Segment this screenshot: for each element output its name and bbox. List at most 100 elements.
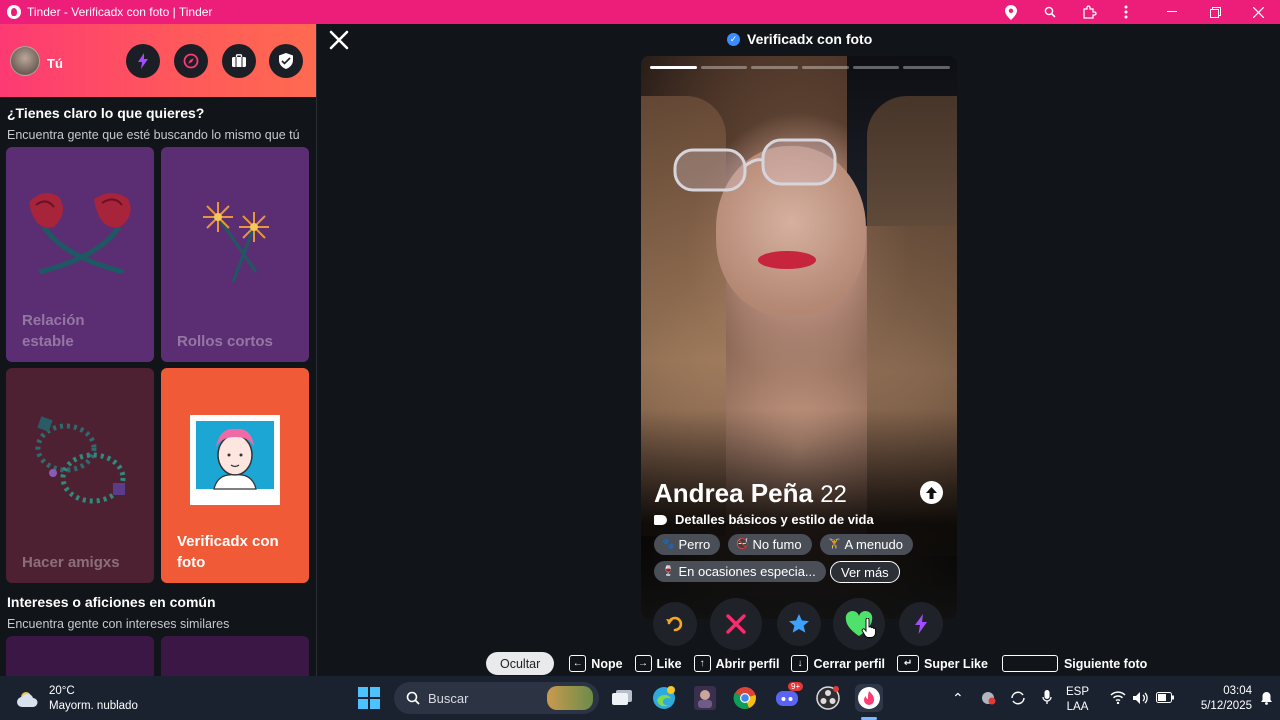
cursor-hand-icon [861, 618, 876, 638]
discord-icon [776, 691, 798, 706]
boost-action-button[interactable] [899, 602, 943, 646]
briefcase-icon [232, 54, 246, 67]
antivirus-icon[interactable] [980, 691, 996, 705]
nope-button[interactable] [710, 598, 762, 650]
dumbbell-icon: 🏋 [828, 539, 841, 550]
title-bar: Tinder - Verificadx con foto | Tinder [0, 0, 1280, 24]
hide-shortcuts-button[interactable]: Ocultar [486, 652, 555, 675]
photo-progress-segment[interactable] [650, 66, 697, 69]
bracelets-icon [35, 416, 126, 504]
photos-app-button[interactable] [691, 684, 719, 712]
minimize-icon[interactable] [1154, 0, 1190, 24]
roses-icon [29, 193, 131, 275]
shortcut-open-profile: ↑ Abrir perfil [693, 655, 779, 672]
cloudy-weather-icon [17, 692, 38, 707]
section-subtitle-interests: Encuentra gente con intereses similares [7, 617, 230, 631]
super-like-icon [789, 614, 809, 633]
clock[interactable]: 03:04 5/12/2025 [1182, 684, 1252, 714]
battery-icon[interactable] [1156, 692, 1174, 703]
photo-progress-segment[interactable] [903, 66, 951, 69]
taskbar: 20°C Mayorm. nublado Buscar 9+ ⌃ ESP LAA… [0, 676, 1280, 720]
boost-button[interactable] [126, 44, 160, 78]
card-verificadx-con-foto[interactable]: Verificadx con foto [161, 368, 309, 583]
rewind-button[interactable] [653, 602, 697, 646]
card-label: Rollos cortos [177, 333, 273, 350]
keyboard-shortcuts-bar: Ocultar ← Nope → Like ↑ Abrir perfil ↓ Cerra… [486, 652, 1159, 675]
discord-button[interactable]: 9+ [773, 682, 804, 712]
tinder-icon [858, 687, 880, 709]
space-key-icon [1001, 655, 1058, 672]
volume-icon[interactable] [1132, 691, 1148, 705]
page-title-text: Verificadx con foto [747, 31, 873, 47]
explore-button[interactable] [174, 44, 208, 78]
extensions-icon[interactable] [1071, 0, 1107, 24]
card-label: Verificadx con foto [177, 533, 279, 571]
chrome-icon [733, 687, 756, 709]
rewind-icon [666, 616, 683, 632]
page-title: ✓ Verificadx con foto [727, 31, 872, 47]
obs-icon [816, 686, 840, 710]
briefcase-button[interactable] [222, 44, 256, 78]
taskbar-search[interactable]: Buscar [394, 682, 599, 714]
profile-card[interactable]: Andrea Peña 22 Detalles básicos y estilo… [641, 56, 957, 619]
card-interest[interactable] [161, 636, 309, 676]
zoom-icon[interactable] [1032, 0, 1068, 24]
photo-progress-segment[interactable] [852, 66, 900, 69]
arrow-left-key-icon: ← [569, 655, 587, 672]
close-icon[interactable] [1240, 0, 1276, 24]
search-placeholder: Buscar [428, 690, 469, 706]
photo-progress-segment[interactable] [700, 66, 748, 69]
edge-dev-button[interactable] [650, 684, 678, 712]
start-button[interactable] [355, 684, 383, 712]
notifications-icon[interactable] [1260, 691, 1273, 705]
photo-progress-segment[interactable] [802, 66, 849, 69]
task-view-button[interactable] [608, 684, 636, 712]
card-hacer-amigxs[interactable]: Hacer amigxs [6, 368, 154, 583]
tinder-app-icon [7, 5, 21, 19]
chrome-button[interactable] [731, 684, 759, 712]
weather-widget[interactable]: 20°C Mayorm. nublado [16, 684, 138, 714]
boost-icon [138, 53, 148, 69]
sync-icon[interactable] [1010, 691, 1026, 705]
card-rollos-cortos[interactable]: Rollos cortos [161, 147, 309, 362]
microphone-icon[interactable] [1042, 690, 1052, 705]
boost-icon [915, 614, 927, 634]
shield-icon [279, 53, 293, 69]
arrow-up-icon [926, 486, 937, 499]
shortcut-super-like: ↵ Super Like [897, 655, 988, 672]
chevron-up-icon[interactable]: ⌃ [952, 690, 964, 707]
system-tray: ⌃ ESP LAA 03:04 5/12/2025 [940, 676, 1280, 720]
more-icon[interactable] [1108, 0, 1144, 24]
card-interest[interactable] [6, 636, 154, 676]
open-profile-button[interactable] [920, 481, 943, 504]
tinder-taskbar-button[interactable] [855, 684, 883, 712]
paw-icon: 🐾 [662, 539, 675, 550]
card-label: Hacer amigxs [22, 554, 120, 571]
age-text: 22 [820, 481, 847, 508]
obs-button[interactable] [814, 684, 842, 712]
location-icon[interactable] [993, 0, 1029, 24]
avatar[interactable] [10, 46, 40, 76]
see-more-button[interactable]: Ver más [830, 561, 900, 583]
card-relacion-estable[interactable]: Relación estable [6, 147, 154, 362]
verified-badge-icon: ✓ [727, 32, 740, 46]
safety-button[interactable] [269, 44, 303, 78]
photo-progress [650, 66, 951, 69]
close-profile-icon[interactable] [328, 29, 350, 51]
user-label[interactable]: Tú [47, 56, 63, 71]
explore-icon [183, 53, 199, 69]
like-button[interactable] [833, 598, 885, 650]
super-like-button[interactable] [777, 602, 821, 646]
shortcut-close-profile: ↓ Cerrar perfil [791, 655, 885, 672]
photo-progress-segment[interactable] [751, 66, 799, 69]
smoking-icon: 🚭 [736, 539, 749, 550]
card-label: Relación estable [22, 312, 85, 350]
notification-badge: 9+ [788, 682, 804, 691]
keyboard-language[interactable]: ESP LAA [1066, 685, 1089, 715]
sidebar: Tú ¿Tienes claro lo que quieres? Encuent… [0, 24, 317, 676]
name-text: Andrea Peña [654, 478, 813, 508]
sidebar-header: Tú [0, 24, 316, 97]
wifi-icon[interactable] [1110, 691, 1126, 704]
restore-icon[interactable] [1197, 0, 1233, 24]
chip-workout: 🏋 A menudo [820, 534, 913, 555]
